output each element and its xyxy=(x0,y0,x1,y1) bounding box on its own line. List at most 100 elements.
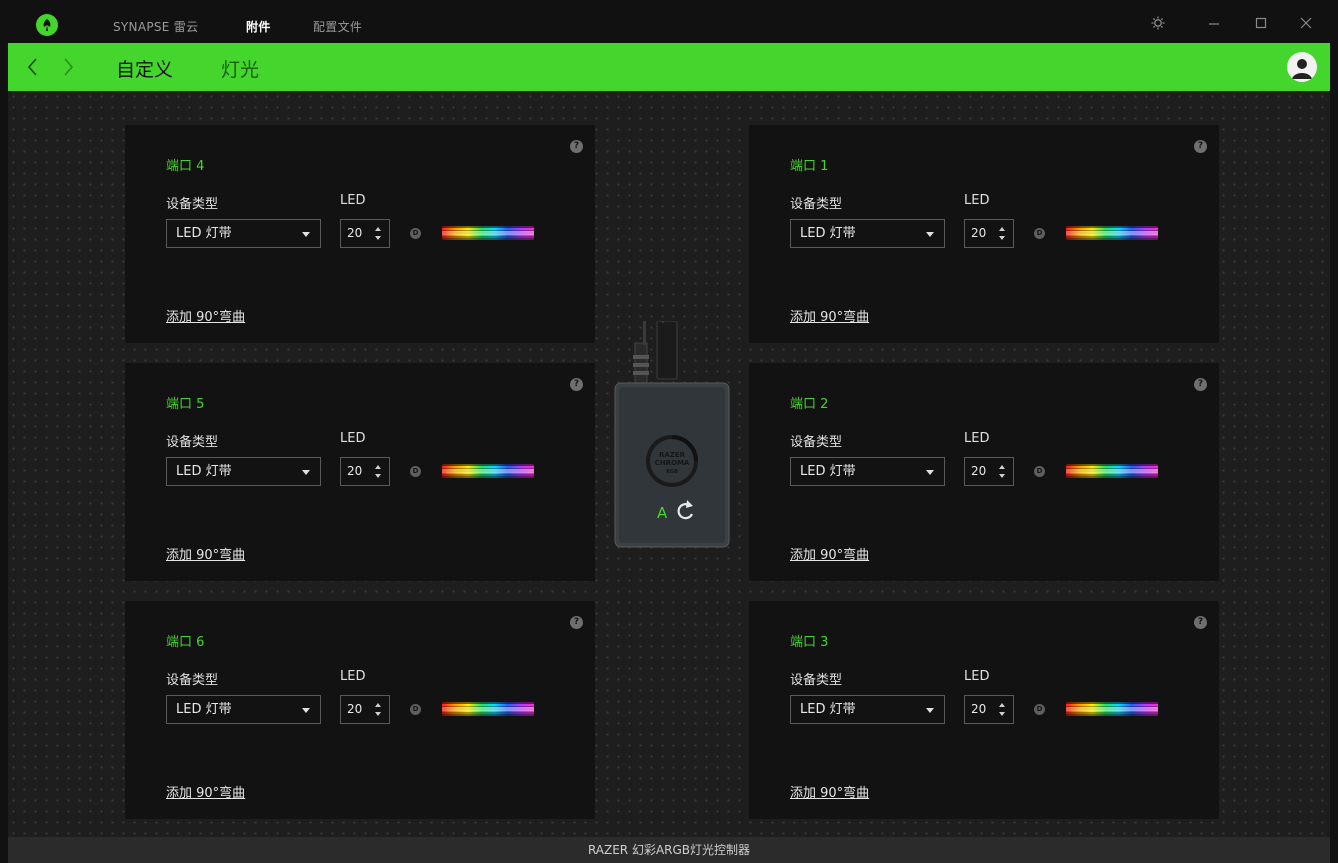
tab-profiles[interactable]: 配置文件 xyxy=(313,18,362,35)
device-type-select[interactable]: LED 灯带 xyxy=(790,457,945,486)
add-bend-link[interactable]: 添加 90°弯曲 xyxy=(166,782,245,801)
led-count-value: 20 xyxy=(347,702,363,716)
close-icon[interactable] xyxy=(1296,16,1316,36)
default-badge[interactable]: D xyxy=(410,704,421,715)
tab-synapse[interactable]: SYNAPSE 雷云 xyxy=(113,18,198,35)
device-type-label: 设备类型 xyxy=(166,435,219,450)
device-type-value: LED 灯带 xyxy=(176,464,232,479)
led-count-value: 20 xyxy=(971,226,987,240)
default-badge[interactable]: D xyxy=(1034,466,1045,477)
stepper-down-icon[interactable] xyxy=(999,712,1005,716)
gear-icon[interactable] xyxy=(1148,16,1168,36)
port-title: 端口 3 xyxy=(790,635,829,650)
led-count-stepper[interactable]: 20 xyxy=(964,219,1014,248)
device-type-value: LED 灯带 xyxy=(800,702,856,717)
argb-controller-image: RAZER CHROMA RGB A xyxy=(613,301,731,548)
device-type-select[interactable]: LED 灯带 xyxy=(790,695,945,724)
section-header: 自定义 灯光 xyxy=(8,43,1330,91)
led-count-stepper[interactable]: 20 xyxy=(964,457,1014,486)
add-bend-link[interactable]: 添加 90°弯曲 xyxy=(166,544,245,563)
led-strip-preview xyxy=(1066,702,1158,716)
add-bend-link[interactable]: 添加 90°弯曲 xyxy=(790,544,869,563)
title-bar: SYNAPSE 雷云 附件 配置文件 xyxy=(8,8,1330,43)
led-label: LED xyxy=(964,193,990,208)
stepper-up-icon[interactable] xyxy=(999,703,1005,707)
dropdown-caret-icon xyxy=(926,232,934,237)
port-card-6: ? 端口 6 设备类型 LED LED 灯带 20 D 添加 90°弯曲 xyxy=(125,601,595,819)
port-title: 端口 5 xyxy=(166,397,205,412)
port-card-3: ? 端口 3 设备类型 LED LED 灯带 20 D 添加 90°弯曲 xyxy=(749,601,1219,819)
port-card-1: ? 端口 1 设备类型 LED LED 灯带 20 D 添加 90°弯曲 xyxy=(749,125,1219,343)
led-count-value: 20 xyxy=(347,226,363,240)
default-badge[interactable]: D xyxy=(410,228,421,239)
add-bend-link[interactable]: 添加 90°弯曲 xyxy=(166,306,245,325)
help-icon[interactable]: ? xyxy=(1194,140,1207,153)
led-strip-preview xyxy=(442,702,534,716)
help-icon[interactable]: ? xyxy=(570,616,583,629)
dropdown-caret-icon xyxy=(302,708,310,713)
led-label: LED xyxy=(340,669,366,684)
led-count-stepper[interactable]: 20 xyxy=(964,695,1014,724)
dropdown-caret-icon xyxy=(926,470,934,475)
device-type-label: 设备类型 xyxy=(166,197,219,212)
subtab-lighting[interactable]: 灯光 xyxy=(221,55,259,82)
subtab-customize[interactable]: 自定义 xyxy=(116,55,173,82)
device-type-label: 设备类型 xyxy=(790,435,843,450)
led-strip-preview xyxy=(1066,226,1158,240)
controller-logo-line-1: RAZER xyxy=(659,451,686,459)
lighting-layout-canvas: ? 端口 4 设备类型 LED LED 灯带 20 D 添加 90°弯曲 ? 端… xyxy=(8,91,1330,837)
help-icon[interactable]: ? xyxy=(1194,378,1207,391)
device-type-select[interactable]: LED 灯带 xyxy=(166,695,321,724)
back-arrow-icon[interactable] xyxy=(25,55,41,79)
stepper-up-icon[interactable] xyxy=(999,465,1005,469)
port-card-4: ? 端口 4 设备类型 LED LED 灯带 20 D 添加 90°弯曲 xyxy=(125,125,595,343)
stepper-down-icon[interactable] xyxy=(999,236,1005,240)
led-label: LED xyxy=(340,431,366,446)
help-icon[interactable]: ? xyxy=(570,378,583,391)
device-type-select[interactable]: LED 灯带 xyxy=(166,457,321,486)
help-icon[interactable]: ? xyxy=(570,140,583,153)
port-title: 端口 2 xyxy=(790,397,829,412)
tab-accessories[interactable]: 附件 xyxy=(246,18,271,35)
minimize-icon[interactable] xyxy=(1204,16,1224,36)
device-type-select[interactable]: LED 灯带 xyxy=(790,219,945,248)
port-card-2: ? 端口 2 设备类型 LED LED 灯带 20 D 添加 90°弯曲 xyxy=(749,363,1219,581)
dropdown-caret-icon xyxy=(926,708,934,713)
port-title: 端口 1 xyxy=(790,159,829,174)
led-strip-preview xyxy=(1066,464,1158,478)
device-type-value: LED 灯带 xyxy=(800,226,856,241)
stepper-down-icon[interactable] xyxy=(999,474,1005,478)
app-window: SYNAPSE 雷云 附件 配置文件 自定义 灯光 ? 端口 4 设备类型 LE… xyxy=(8,8,1330,863)
dropdown-caret-icon xyxy=(302,232,310,237)
led-label: LED xyxy=(964,431,990,446)
led-count-stepper[interactable]: 20 xyxy=(340,695,390,724)
led-count-stepper[interactable]: 20 xyxy=(340,457,390,486)
stepper-down-icon[interactable] xyxy=(375,236,381,240)
led-count-stepper[interactable]: 20 xyxy=(340,219,390,248)
stepper-up-icon[interactable] xyxy=(375,227,381,231)
port-card-5: ? 端口 5 设备类型 LED LED 灯带 20 D 添加 90°弯曲 xyxy=(125,363,595,581)
device-name-label: RAZER 幻彩ARGB灯光控制器 xyxy=(587,843,751,857)
default-badge[interactable]: D xyxy=(1034,228,1045,239)
forward-arrow-icon[interactable] xyxy=(60,55,76,79)
help-icon[interactable]: ? xyxy=(1194,616,1207,629)
razer-logo-icon[interactable] xyxy=(36,14,58,36)
controller-logo-line-2: CHROMA xyxy=(655,459,690,467)
device-type-select[interactable]: LED 灯带 xyxy=(166,219,321,248)
maximize-icon[interactable] xyxy=(1251,16,1271,36)
stepper-up-icon[interactable] xyxy=(375,703,381,707)
device-type-value: LED 灯带 xyxy=(800,464,856,479)
stepper-down-icon[interactable] xyxy=(375,712,381,716)
default-badge[interactable]: D xyxy=(410,466,421,477)
led-count-value: 20 xyxy=(971,464,987,478)
default-badge[interactable]: D xyxy=(1034,704,1045,715)
user-avatar-icon[interactable] xyxy=(1287,52,1317,82)
led-label: LED xyxy=(340,193,366,208)
stepper-up-icon[interactable] xyxy=(375,465,381,469)
add-bend-link[interactable]: 添加 90°弯曲 xyxy=(790,782,869,801)
led-count-value: 20 xyxy=(971,702,987,716)
port-title: 端口 4 xyxy=(166,159,205,174)
stepper-down-icon[interactable] xyxy=(375,474,381,478)
add-bend-link[interactable]: 添加 90°弯曲 xyxy=(790,306,869,325)
stepper-up-icon[interactable] xyxy=(999,227,1005,231)
